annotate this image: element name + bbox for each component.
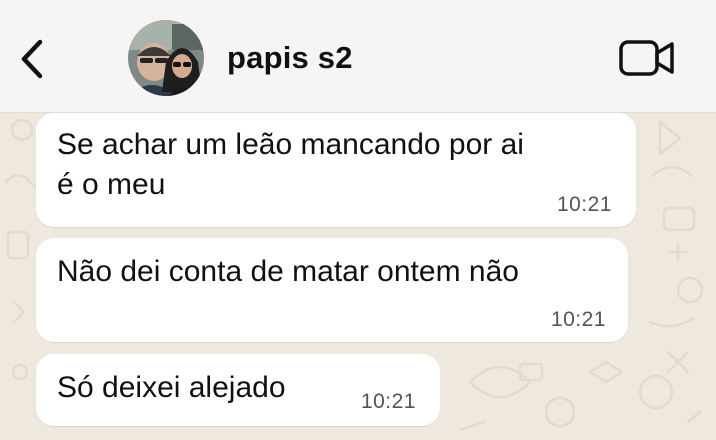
video-camera-icon	[619, 40, 674, 76]
message-text: Não dei conta de matar ontem não	[57, 255, 519, 288]
chat-screen: papis s2 Se achar um leão mancando por a…	[0, 0, 716, 440]
avatar-photo	[128, 20, 204, 96]
message-bubble[interactable]: Se achar um leão mancando por ai é o meu…	[36, 113, 636, 227]
video-call-button[interactable]	[618, 38, 676, 78]
message-text: Só deixei alejado	[57, 371, 286, 404]
chat-header: papis s2	[0, 0, 716, 113]
message-bubble[interactable]: Só deixei alejado 10:21	[36, 354, 440, 426]
message-time: 10:21	[550, 308, 606, 331]
message-time: 10:21	[360, 390, 416, 413]
message-bubble[interactable]: Não dei conta de matar ontem não 10:21	[36, 238, 628, 342]
message-text: Se achar um leão mancando por ai é o meu	[57, 128, 524, 201]
message-time: 10:21	[556, 193, 612, 216]
back-button[interactable]	[14, 36, 50, 82]
chevron-left-icon	[21, 39, 43, 79]
contact-name[interactable]: papis s2	[227, 40, 353, 76]
contact-avatar[interactable]	[128, 20, 204, 96]
